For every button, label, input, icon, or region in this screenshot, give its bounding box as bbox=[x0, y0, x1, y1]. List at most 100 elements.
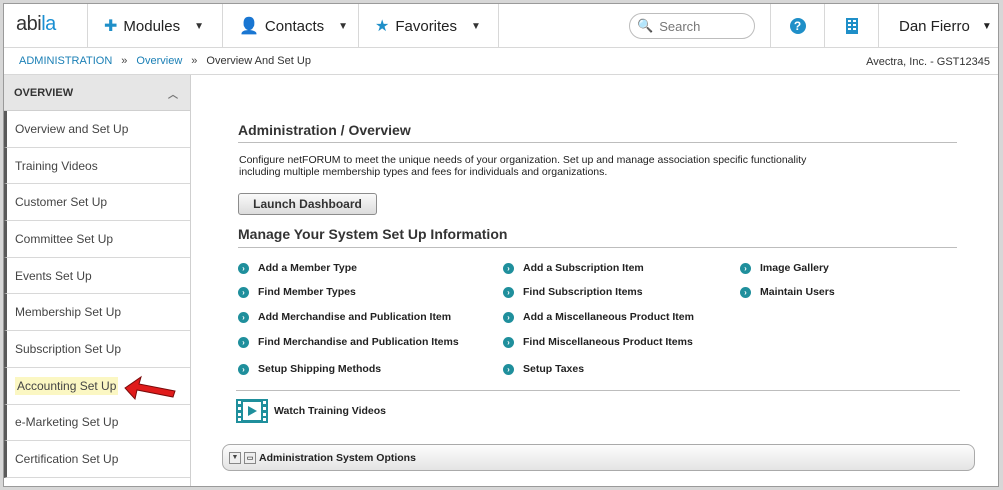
sidebar-item-label: Overview and Set Up bbox=[15, 121, 129, 136]
chevron-right-icon: › bbox=[503, 286, 514, 298]
breadcrumb-administration[interactable]: ADMINISTRATION bbox=[19, 55, 112, 67]
link-find-subscription-items[interactable]: › Find Subscription Items bbox=[503, 286, 643, 298]
sidebar-item-emarketing-setup[interactable]: e-Marketing Set Up bbox=[4, 404, 190, 442]
chevron-right-icon: › bbox=[238, 286, 249, 298]
sidebar-item-label: Committee Set Up bbox=[15, 231, 114, 246]
link-label: Add a Member Type bbox=[258, 262, 357, 274]
sidebar-item-customer-setup[interactable]: Customer Set Up bbox=[4, 184, 190, 222]
help-button[interactable]: ? bbox=[770, 4, 824, 48]
link-find-misc-product-items[interactable]: › Find Miscellaneous Product Items bbox=[503, 336, 693, 348]
link-label: Image Gallery bbox=[760, 262, 829, 274]
sidebar-item-label: Membership Set Up bbox=[15, 305, 122, 320]
main-content: Administration / Overview Configure netF… bbox=[192, 75, 998, 486]
link-find-merchandise-items[interactable]: › Find Merchandise and Publication Items bbox=[238, 336, 459, 348]
page-description: Configure netFORUM to meet the unique ne… bbox=[239, 154, 807, 178]
expand-toggle-icon[interactable]: ▼ bbox=[229, 451, 241, 464]
sidebar-item-overview-and-setup[interactable]: Overview and Set Up bbox=[4, 111, 190, 148]
search-icon: 🔍 bbox=[637, 18, 654, 33]
watch-training-videos-link[interactable]: Watch Training Videos bbox=[236, 399, 386, 423]
abila-logo[interactable]: abila bbox=[16, 13, 56, 36]
breadcrumb-overview[interactable]: Overview bbox=[136, 55, 182, 67]
caret-down-icon: ▼ bbox=[471, 20, 481, 32]
chevron-right-icon: › bbox=[740, 286, 751, 298]
link-add-misc-product-item[interactable]: › Add a Miscellaneous Product Item bbox=[503, 311, 694, 323]
link-label: Add Merchandise and Publication Item bbox=[258, 311, 452, 323]
star-icon: ★ bbox=[375, 18, 390, 35]
puzzle-icon: ✚ bbox=[104, 18, 118, 35]
watch-training-videos-label: Watch Training Videos bbox=[274, 405, 387, 417]
topbar-spacer bbox=[498, 4, 618, 48]
breadcrumb-current: Overview And Set Up bbox=[206, 55, 311, 67]
link-setup-taxes[interactable]: › Setup Taxes bbox=[503, 363, 584, 375]
chevron-right-icon: › bbox=[503, 336, 514, 348]
chevron-right-icon: › bbox=[503, 262, 514, 274]
sidebar-item-events-setup[interactable]: Events Set Up bbox=[4, 257, 190, 295]
link-setup-shipping-methods[interactable]: › Setup Shipping Methods bbox=[238, 363, 381, 375]
search-input[interactable] bbox=[659, 18, 750, 34]
user-menu[interactable]: Dan Fierro ▼ bbox=[878, 4, 998, 48]
contacts-menu[interactable]: 👤 Contacts ▼ bbox=[222, 4, 358, 48]
chevron-right-icon: › bbox=[238, 336, 249, 348]
page-title: Administration / Overview bbox=[238, 122, 411, 138]
sidebar-item-label: Certification Set Up bbox=[15, 452, 119, 467]
link-add-subscription-item[interactable]: › Add a Subscription Item bbox=[503, 262, 644, 274]
red-arrow-pointer-icon bbox=[124, 375, 176, 400]
administration-system-options-panel[interactable]: ▼ ▭ Administration System Options bbox=[222, 444, 975, 471]
sidebar-item-subscription-setup[interactable]: Subscription Set Up bbox=[4, 331, 190, 368]
top-navigation-bar: abila ✚ Modules ▼ 👤 Contacts ▼ ★ Favorit… bbox=[4, 4, 998, 48]
organization-label: Avectra, Inc. - GST12345 bbox=[866, 56, 990, 68]
link-add-merchandise-item[interactable]: › Add Merchandise and Publication Item bbox=[238, 311, 451, 323]
contacts-label: Contacts bbox=[264, 17, 325, 35]
sidebar-item-accounting-setup[interactable]: Accounting Set Up bbox=[4, 367, 190, 405]
breadcrumb-separator: » bbox=[191, 55, 198, 67]
sidebar-header-label: OVERVIEW bbox=[14, 86, 74, 99]
chevron-right-icon: › bbox=[740, 262, 751, 274]
logo-text-a: abi bbox=[16, 13, 42, 35]
divider bbox=[236, 390, 960, 391]
sidebar-item-label: Events Set Up bbox=[15, 268, 92, 283]
sidebar-item-label: Customer Set Up bbox=[15, 195, 108, 210]
person-icon: 👤 bbox=[239, 18, 259, 35]
favorites-label: Favorites bbox=[395, 17, 458, 35]
sidebar-item-label: Subscription Set Up bbox=[15, 341, 122, 356]
link-maintain-users[interactable]: › Maintain Users bbox=[740, 286, 835, 298]
sidebar-item-label: e-Marketing Set Up bbox=[15, 415, 119, 430]
modules-menu[interactable]: ✚ Modules ▼ bbox=[87, 4, 222, 48]
link-add-member-type[interactable]: › Add a Member Type bbox=[238, 262, 357, 274]
help-icon: ? bbox=[789, 18, 806, 34]
user-name: Dan Fierro bbox=[899, 17, 970, 35]
link-find-member-types[interactable]: › Find Member Types bbox=[238, 286, 356, 298]
chevron-right-icon: › bbox=[503, 311, 514, 323]
window-icon: ▭ bbox=[244, 451, 256, 464]
link-label: Add a Subscription Item bbox=[523, 262, 644, 274]
caret-down-icon: ▼ bbox=[981, 20, 992, 32]
logo-text-b: la bbox=[41, 13, 56, 35]
sidebar-item-label: Accounting Set Up bbox=[15, 376, 119, 395]
link-label: Find Member Types bbox=[258, 286, 356, 298]
organization-button[interactable] bbox=[824, 4, 878, 48]
sidebar-item-training-videos[interactable]: Training Videos bbox=[4, 147, 190, 185]
sidebar-header-overview[interactable]: OVERVIEW ︿ bbox=[4, 75, 190, 111]
sidebar-item-membership-setup[interactable]: Membership Set Up bbox=[4, 294, 190, 332]
sidebar-item-label: Training Videos bbox=[15, 158, 98, 173]
favorites-menu[interactable]: ★ Favorites ▼ bbox=[358, 4, 498, 48]
caret-down-icon: ▼ bbox=[338, 20, 349, 32]
sidebar-item-committee-setup[interactable]: Committee Set Up bbox=[4, 221, 190, 258]
chevron-right-icon: › bbox=[238, 311, 249, 323]
options-panel-label: Administration System Options bbox=[259, 451, 416, 464]
caret-down-icon: ▼ bbox=[194, 20, 205, 32]
link-label: Setup Shipping Methods bbox=[258, 363, 382, 375]
sidebar-item-certification-setup[interactable]: Certification Set Up bbox=[4, 441, 190, 478]
section-title-manage: Manage Your System Set Up Information bbox=[238, 226, 508, 242]
chevron-up-icon: ︿ bbox=[168, 90, 178, 101]
link-image-gallery[interactable]: › Image Gallery bbox=[740, 262, 829, 274]
building-icon bbox=[845, 18, 858, 34]
launch-dashboard-button[interactable]: Launch Dashboard bbox=[238, 193, 377, 215]
app-window: abila ✚ Modules ▼ 👤 Contacts ▼ ★ Favorit… bbox=[3, 3, 999, 487]
divider bbox=[238, 142, 957, 143]
link-label: Find Subscription Items bbox=[523, 286, 643, 298]
search-box[interactable]: 🔍 bbox=[629, 13, 755, 39]
link-label: Add a Miscellaneous Product Item bbox=[523, 311, 694, 323]
link-label: Maintain Users bbox=[760, 286, 835, 298]
sidebar: OVERVIEW ︿ Overview and Set Up Training … bbox=[4, 75, 191, 486]
